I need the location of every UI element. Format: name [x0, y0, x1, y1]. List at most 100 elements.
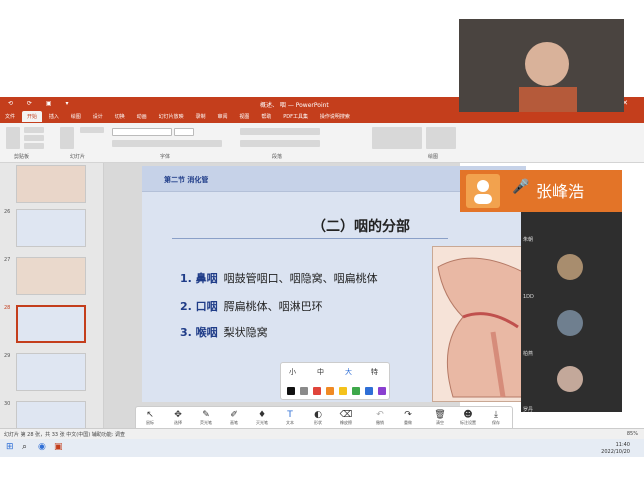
eraser-icon: ⌫: [339, 410, 353, 420]
pen-palette-popup: 小 中 大 特: [280, 362, 390, 400]
arrange-button[interactable]: [426, 127, 456, 149]
size-small[interactable]: 小: [289, 367, 296, 377]
ribbon: 剪贴板 幻灯片 字体 段落 绘图: [0, 123, 644, 163]
tab-slideshow[interactable]: 幻灯片放映: [154, 111, 189, 122]
undo-button[interactable]: ↶ 撤销: [368, 410, 392, 426]
tab-view[interactable]: 视图: [234, 111, 254, 122]
shapes-gallery[interactable]: [372, 127, 422, 149]
slide-thumbnail-pane[interactable]: 26 27 28 29 30: [0, 163, 104, 439]
settings-icon: ☻: [463, 410, 473, 420]
select-tool-button[interactable]: ✥ 选择: [166, 410, 190, 426]
tab-design[interactable]: 设计: [88, 111, 108, 122]
pen-button[interactable]: ✐ 画笔: [222, 410, 246, 426]
group-drawing: 绘图: [428, 154, 439, 160]
section-label: 第二节 消化管: [164, 176, 209, 184]
color-swatch[interactable]: [352, 387, 360, 395]
desktop-bottom: [0, 457, 644, 483]
participant-list[interactable]: 朱朝 1DD 柏燕 罗丹: [521, 212, 622, 413]
search-icon[interactable]: ⌕: [22, 442, 27, 452]
list-buttons[interactable]: [240, 128, 320, 135]
user-avatar-icon: [466, 174, 500, 208]
trash-icon: 🗑: [434, 410, 446, 420]
color-swatch[interactable]: [339, 387, 347, 395]
list-item: 2. 口咽 腭扁桃体、咽淋巴环: [180, 300, 323, 313]
copy-button[interactable]: [24, 135, 44, 141]
cut-button[interactable]: [24, 127, 44, 133]
window-title: 概述、 咽 — PowerPoint: [260, 102, 329, 109]
mouse-tool-button[interactable]: ↖ 鼠标: [138, 410, 162, 426]
tab-draw[interactable]: 绘图: [66, 111, 86, 122]
start-icon[interactable]: ⊞: [6, 442, 14, 452]
font-size-select[interactable]: [174, 128, 194, 136]
powerpoint-icon[interactable]: ▣: [54, 442, 63, 452]
pharynx-anatomy-image: [432, 246, 526, 402]
fade-pen-icon: ♦: [257, 410, 267, 420]
color-swatch[interactable]: [313, 387, 321, 395]
redo-button[interactable]: ↷ 重做: [396, 410, 420, 426]
format-painter-button[interactable]: [24, 143, 44, 149]
slide-thumbnail[interactable]: [16, 209, 86, 247]
tab-pdf[interactable]: PDF工具集: [278, 111, 313, 122]
group-slides: 幻灯片: [70, 154, 86, 160]
quick-access-toolbar[interactable]: ⟲ ⟳ ▣ ▾: [8, 100, 74, 107]
fade-pen-button[interactable]: ♦ 灭光笔: [250, 410, 274, 426]
paste-button[interactable]: [6, 127, 20, 149]
group-paragraph: 段落: [272, 154, 283, 160]
tab-help[interactable]: 帮助: [256, 111, 276, 122]
color-swatch[interactable]: [326, 387, 334, 395]
download-icon: ⤓: [494, 410, 498, 420]
layout-button[interactable]: [80, 127, 104, 133]
text-tool-button[interactable]: T 文本: [278, 410, 302, 426]
speaker-name: 张峰浩: [536, 182, 585, 201]
participant-avatar[interactable]: [557, 254, 583, 280]
size-extra[interactable]: 特: [371, 367, 378, 377]
tab-tell-me[interactable]: 操作说明搜索: [315, 111, 355, 122]
align-buttons[interactable]: [240, 140, 320, 147]
tab-insert[interactable]: 插入: [44, 111, 64, 122]
tab-transitions[interactable]: 切换: [110, 111, 130, 122]
tab-record[interactable]: 录制: [191, 111, 211, 122]
shape-icon: ◐: [314, 410, 322, 420]
webcam-video-feed: [459, 19, 624, 112]
shape-tool-button[interactable]: ◐ 形状: [306, 410, 330, 426]
slide-thumbnail-selected[interactable]: [16, 305, 86, 343]
participant-avatar[interactable]: [557, 310, 583, 336]
color-swatch[interactable]: [378, 387, 386, 395]
color-swatch[interactable]: [365, 387, 373, 395]
font-style-buttons[interactable]: [112, 140, 222, 147]
tab-file[interactable]: 文件: [0, 111, 20, 122]
color-swatch[interactable]: [287, 387, 295, 395]
save-button[interactable]: ⤓ 保存: [484, 410, 508, 426]
microphone-icon: 🎤: [512, 179, 530, 195]
slide-title: （二）咽的分部: [312, 219, 410, 235]
title-divider: [172, 238, 448, 239]
ribbon-tabs: 文件 开始 插入 绘图 设计 切换 动画 幻灯片放映 录制 审阅 视图 帮助 P…: [0, 111, 644, 123]
participant-name: 罗丹: [523, 407, 534, 413]
participant-avatar[interactable]: [557, 366, 583, 392]
annotation-settings-button[interactable]: ☻ 标注设置: [456, 410, 480, 426]
participant-name: 朱朝: [523, 237, 534, 243]
slide-thumbnail[interactable]: [16, 353, 86, 391]
highlighter-button[interactable]: ✎ 荧光笔: [194, 410, 218, 426]
size-medium[interactable]: 中: [317, 367, 324, 377]
redo-icon: ↷: [404, 410, 412, 420]
zoom-level[interactable]: 85%: [627, 431, 638, 437]
clear-button[interactable]: 🗑 清空: [428, 410, 452, 426]
color-swatch[interactable]: [300, 387, 308, 395]
slide-status-text: 幻灯片 第 28 张，共 33 张 中文(中国) 辅助功能: 调查: [4, 432, 126, 438]
tab-animations[interactable]: 动画: [132, 111, 152, 122]
browser-icon[interactable]: ◉: [38, 442, 46, 452]
slide-number: 29: [4, 353, 11, 359]
participant-name: 1DD: [523, 294, 534, 300]
tab-home[interactable]: 开始: [21, 111, 42, 122]
new-slide-button[interactable]: [60, 127, 74, 149]
font-name-select[interactable]: [112, 128, 172, 136]
tab-review[interactable]: 审阅: [212, 111, 232, 122]
taskbar: ⊞ ⌕ ◉ ▣ 11:40 2022/10/20: [0, 439, 644, 457]
active-speaker-banner: 🎤 张峰浩: [460, 170, 622, 212]
size-large[interactable]: 大: [345, 367, 352, 377]
slide-thumbnail[interactable]: [16, 165, 86, 203]
clock: 11:40 2022/10/20: [601, 442, 630, 455]
eraser-button[interactable]: ⌫ 橡皮擦: [334, 410, 358, 426]
slide-thumbnail[interactable]: [16, 257, 86, 295]
